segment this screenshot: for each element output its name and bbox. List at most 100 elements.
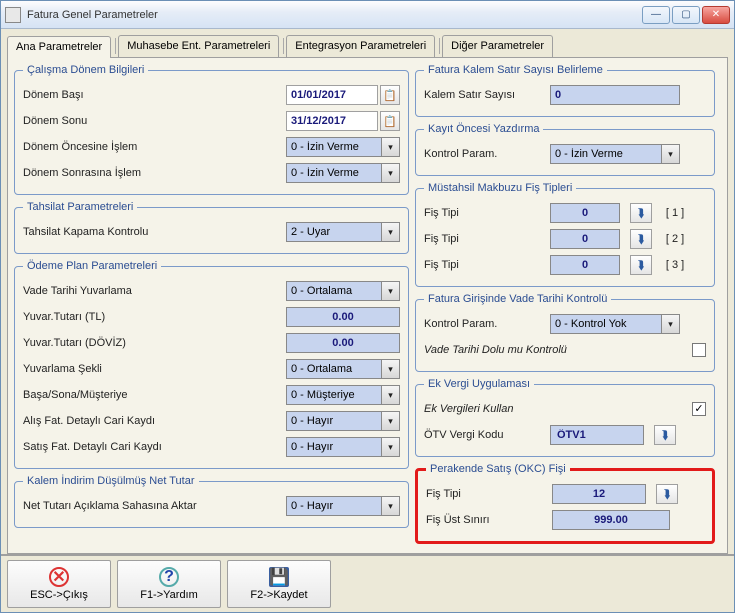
label-donem-oncesine: Dönem Öncesine İşlem <box>23 141 280 153</box>
combo-basa-sona[interactable] <box>286 385 382 405</box>
tab-diger[interactable]: Diğer Parametreler <box>442 35 553 57</box>
suffix-3: [ 3 ] <box>658 259 692 271</box>
input-yuvar-tl[interactable] <box>286 307 400 327</box>
chevron-down-icon[interactable] <box>382 222 400 242</box>
group-ek-vergi: Ek Vergi Uygulaması Ek Vergileri Kullan … <box>415 378 715 457</box>
legend-kalem-indirim: Kalem İndirim Düşülmüş Net Tutar <box>23 475 199 487</box>
esc-label: ESC->Çıkış <box>30 589 88 601</box>
esc-exit-button[interactable]: ✕ ESC->Çıkış <box>7 560 111 608</box>
minimize-button[interactable]: — <box>642 6 670 24</box>
legend-tahsilat: Tahsilat Parametreleri <box>23 201 137 213</box>
titlebar: Fatura Genel Parametreler — ▢ ✕ <box>1 1 734 29</box>
picker-icon[interactable]: ⮯ <box>654 425 676 445</box>
label-kontrol-param: Kontrol Param. <box>424 148 544 160</box>
tab-muhasebe-ent[interactable]: Muhasebe Ent. Parametreleri <box>118 35 279 57</box>
help-icon: ? <box>159 567 179 587</box>
label-donem-basi: Dönem Başı <box>23 89 280 101</box>
input-kalem-satir[interactable] <box>550 85 680 105</box>
input-fis-tipi-3[interactable] <box>550 255 620 275</box>
group-perakende-okc: Perakende Satış (OKC) Fişi Fiş Tipi ⮯ Fi… <box>415 463 715 544</box>
f2-save-button[interactable]: 💾 F2->Kaydet <box>227 560 331 608</box>
legend-kayit-oncesi: Kayıt Öncesi Yazdırma <box>424 123 543 135</box>
legend-fatura-kalem: Fatura Kalem Satır Sayısı Belirleme <box>424 64 607 76</box>
chevron-down-icon[interactable] <box>382 359 400 379</box>
picker-icon[interactable]: ⮯ <box>630 229 652 249</box>
input-fis-tipi-1[interactable] <box>550 203 620 223</box>
chevron-down-icon[interactable] <box>382 281 400 301</box>
input-donem-sonu[interactable] <box>286 111 378 131</box>
tab-entegrasyon[interactable]: Entegrasyon Parametreleri <box>286 35 435 57</box>
tab-ana-parametreler[interactable]: Ana Parametreler <box>7 36 111 58</box>
close-button[interactable]: ✕ <box>702 6 730 24</box>
combo-satis-detay[interactable] <box>286 437 382 457</box>
checkbox-vade-dolu[interactable] <box>692 343 706 357</box>
label-yuvar-tl: Yuvar.Tutarı (TL) <box>23 311 280 323</box>
app-icon <box>5 7 21 23</box>
label-yuvarlama-sekli: Yuvarlama Şekli <box>23 363 280 375</box>
calendar-icon[interactable] <box>380 111 400 131</box>
label-net-aktar: Net Tutarı Açıklama Sahasına Aktar <box>23 500 280 512</box>
input-fis-tipi-2[interactable] <box>550 229 620 249</box>
window-controls: — ▢ ✕ <box>642 6 730 24</box>
group-tahsilat: Tahsilat Parametreleri Tahsilat Kapama K… <box>14 201 409 254</box>
label-donem-sonu: Dönem Sonu <box>23 115 280 127</box>
chevron-down-icon[interactable] <box>662 144 680 164</box>
label-kontrol-param-2: Kontrol Param. <box>424 318 544 330</box>
label-okc-fis-tipi: Fiş Tipi <box>426 488 546 500</box>
chevron-down-icon[interactable] <box>382 496 400 516</box>
tab-bar: Ana Parametreler Muhasebe Ent. Parametre… <box>1 29 734 57</box>
input-donem-basi[interactable] <box>286 85 378 105</box>
combo-yuvarlama-sekli[interactable] <box>286 359 382 379</box>
group-mustahsil: Müstahsil Makbuzu Fiş Tipleri Fiş Tipi ⮯… <box>415 182 715 287</box>
maximize-button[interactable]: ▢ <box>672 6 700 24</box>
legend-ek-vergi: Ek Vergi Uygulaması <box>424 378 534 390</box>
footer-toolbar: ✕ ESC->Çıkış ? F1->Yardım 💾 F2->Kaydet <box>1 554 734 612</box>
chevron-down-icon[interactable] <box>382 437 400 457</box>
checkbox-ek-vergi-kullan[interactable] <box>692 402 706 416</box>
legend-calisma-donem: Çalışma Dönem Bilgileri <box>23 64 148 76</box>
app-window: Fatura Genel Parametreler — ▢ ✕ Ana Para… <box>0 0 735 613</box>
input-otv-kodu[interactable] <box>550 425 644 445</box>
combo-vade-yuvarlama[interactable] <box>286 281 382 301</box>
picker-icon[interactable]: ⮯ <box>630 255 652 275</box>
chevron-down-icon[interactable] <box>382 137 400 157</box>
input-okc-fis-tipi[interactable] <box>552 484 646 504</box>
combo-tahsilat-kapama[interactable] <box>286 222 382 242</box>
picker-icon[interactable]: ⮯ <box>656 484 678 504</box>
legend-mustahsil: Müstahsil Makbuzu Fiş Tipleri <box>424 182 576 194</box>
label-ek-vergi-kullan: Ek Vergileri Kullan <box>424 403 686 415</box>
label-vade-yuvarlama: Vade Tarihi Yuvarlama <box>23 285 280 297</box>
combo-net-aktar[interactable] <box>286 496 382 516</box>
input-yuvar-dov[interactable] <box>286 333 400 353</box>
label-okc-ust-sinir: Fiş Üst Sınırı <box>426 514 546 526</box>
f2-label: F2->Kaydet <box>250 589 307 601</box>
group-calisma-donem: Çalışma Dönem Bilgileri Dönem Başı Dönem… <box>14 64 409 195</box>
label-alis-detay: Alış Fat. Detaylı Cari Kaydı <box>23 415 280 427</box>
chevron-down-icon[interactable] <box>382 411 400 431</box>
group-fatura-vade: Fatura Girişinde Vade Tarihi Kontrolü Ko… <box>415 293 715 372</box>
group-odeme-plan: Ödeme Plan Parametreleri Vade Tarihi Yuv… <box>14 260 409 469</box>
input-okc-ust-sinir[interactable] <box>552 510 670 530</box>
label-fis-tipi-3: Fiş Tipi <box>424 259 544 271</box>
tab-panel-ana: Çalışma Dönem Bilgileri Dönem Başı Dönem… <box>7 57 728 554</box>
picker-icon[interactable]: ⮯ <box>630 203 652 223</box>
chevron-down-icon[interactable] <box>662 314 680 334</box>
window-title: Fatura Genel Parametreler <box>27 9 642 21</box>
combo-donem-sonrasina[interactable] <box>286 163 382 183</box>
chevron-down-icon[interactable] <box>382 385 400 405</box>
group-kalem-indirim: Kalem İndirim Düşülmüş Net Tutar Net Tut… <box>14 475 409 528</box>
combo-alis-detay[interactable] <box>286 411 382 431</box>
combo-vade-kontrol[interactable] <box>550 314 662 334</box>
legend-odeme-plan: Ödeme Plan Parametreleri <box>23 260 161 272</box>
legend-fatura-vade: Fatura Girişinde Vade Tarihi Kontrolü <box>424 293 611 305</box>
combo-donem-oncesine[interactable] <box>286 137 382 157</box>
combo-kayit-kontrol[interactable] <box>550 144 662 164</box>
label-fis-tipi-2: Fiş Tipi <box>424 233 544 245</box>
label-otv-kodu: ÖTV Vergi Kodu <box>424 429 544 441</box>
label-donem-sonrasina: Dönem Sonrasına İşlem <box>23 167 280 179</box>
f1-help-button[interactable]: ? F1->Yardım <box>117 560 221 608</box>
calendar-icon[interactable] <box>380 85 400 105</box>
label-yuvar-dov: Yuvar.Tutarı (DÖVİZ) <box>23 337 280 349</box>
label-tahsilat-kapama: Tahsilat Kapama Kontrolu <box>23 226 280 238</box>
chevron-down-icon[interactable] <box>382 163 400 183</box>
